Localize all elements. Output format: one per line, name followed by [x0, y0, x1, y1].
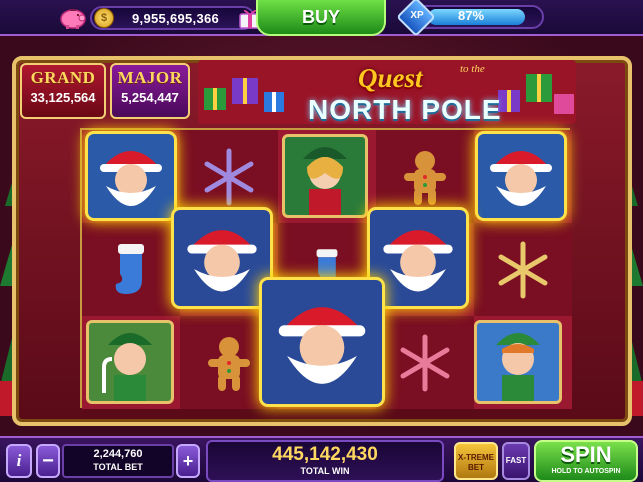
santa-wild-icon — [187, 230, 257, 292]
fast-spin-toggle[interactable]: FAST — [502, 442, 530, 480]
piggy-bank-icon[interactable] — [58, 4, 88, 30]
snowflake-pink-icon — [400, 334, 450, 391]
santa-icon — [100, 151, 162, 206]
spin-label: SPIN — [560, 442, 612, 467]
reel-cell — [82, 223, 180, 316]
autospin-hint: HOLD TO AUTOSPIN — [551, 468, 621, 475]
bottom-control-bar: i − 2,244,760 TOTAL BET + 445,142,430 TO… — [0, 436, 643, 482]
reel-cell — [474, 223, 572, 316]
coin-value: 9,955,695,366 — [132, 11, 220, 26]
coin-balance: $ 9,955,695,366 — [90, 6, 255, 30]
increase-bet-button[interactable]: + — [176, 444, 200, 478]
santa-wild-big-icon — [278, 307, 366, 384]
santa-icon — [490, 151, 552, 206]
total-bet-value: 2,244,760 — [93, 448, 143, 460]
elf-candy-cane-icon — [102, 333, 152, 401]
xp-percent: 87% — [458, 8, 485, 23]
xtreme-bet-button[interactable]: X-TREME BET — [454, 442, 498, 480]
coin-icon: $ — [94, 8, 114, 28]
title-quest: Quest — [358, 63, 423, 93]
xtreme-bet-line1: X-TREME — [458, 453, 494, 462]
jackpot-major: MAJOR 5,254,447 — [110, 63, 190, 119]
jackpot-major-value: 5,254,447 — [121, 90, 179, 105]
jackpot-grand-label: GRAND — [30, 68, 96, 87]
stocking-icon — [115, 243, 144, 294]
elf-girl-symbol — [282, 134, 368, 218]
total-bet-label: TOTAL BET — [93, 462, 143, 472]
elf-girl-icon — [303, 147, 347, 215]
buy-button[interactable]: BUY — [256, 0, 386, 36]
elf-boy-icon — [496, 333, 540, 401]
title-north-pole: NORTH POLE — [308, 94, 502, 125]
total-win-display: 445,142,430 TOTAL WIN — [206, 440, 444, 482]
santa-symbol — [478, 134, 564, 218]
santa-wild-symbol — [370, 210, 466, 306]
spin-button[interactable]: SPIN HOLD TO AUTOSPIN — [534, 440, 638, 482]
xp-label: XP — [410, 10, 424, 21]
jackpot-grand-value: 33,125,564 — [30, 90, 96, 105]
decrease-bet-button[interactable]: − — [36, 444, 60, 478]
snowflake-gold-icon — [498, 241, 548, 298]
title-to-the: to the — [460, 63, 485, 75]
total-win-value: 445,142,430 — [272, 444, 378, 465]
slot-machine-scene: GRAND 33,125,564 MAJOR 5,254,447 Quest t… — [0, 36, 643, 436]
info-button[interactable]: i — [6, 444, 32, 478]
santa-wild-icon — [383, 230, 453, 292]
reel-cell — [376, 316, 474, 409]
jackpot-major-label: MAJOR — [117, 68, 183, 87]
reel-grid[interactable] — [80, 128, 572, 409]
snowflake-purple-icon — [204, 148, 254, 205]
total-win-label: TOTAL WIN — [300, 466, 350, 476]
top-bar: $ 9,955,695,366 BUY XP 87% — [0, 0, 643, 37]
gingerbread-icon — [208, 336, 250, 391]
elf-candy-cane-symbol — [86, 320, 174, 404]
total-bet-display: 2,244,760 TOTAL BET — [62, 444, 174, 478]
jackpot-grand: GRAND 33,125,564 — [20, 63, 106, 119]
santa-wild-symbol — [174, 210, 270, 306]
santa-symbol — [88, 134, 174, 218]
elf-boy-symbol — [474, 320, 562, 404]
game-title-banner: Quest to the NORTH POLE — [198, 60, 576, 125]
xtreme-bet-line2: BET — [468, 463, 484, 472]
gingerbread-icon — [404, 150, 446, 205]
santa-wild-big-symbol — [262, 280, 382, 404]
